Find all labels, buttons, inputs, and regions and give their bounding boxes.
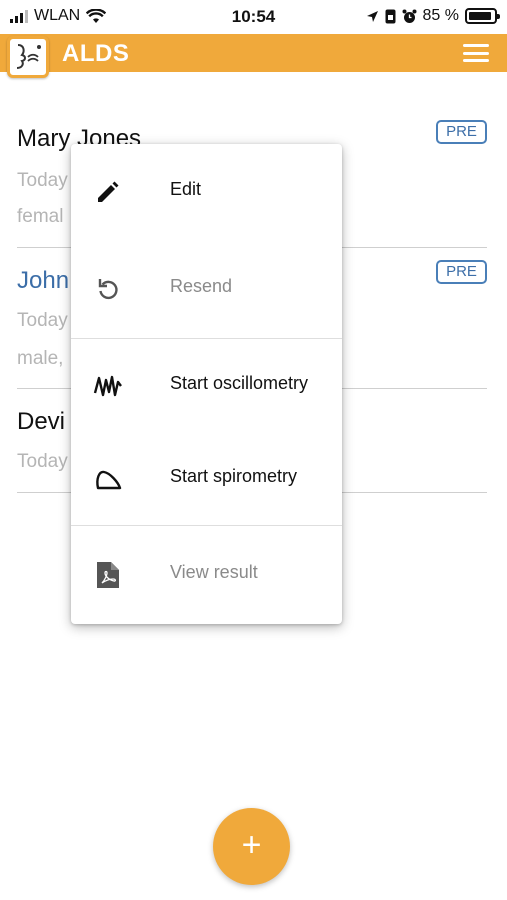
status-badge: PRE bbox=[436, 120, 487, 144]
menu-item-view-result[interactable]: View result bbox=[71, 544, 342, 604]
add-patient-button[interactable]: + bbox=[213, 808, 290, 885]
menu-divider bbox=[71, 338, 342, 339]
patient-details: femal bbox=[17, 206, 64, 227]
patient-date: Today bbox=[17, 170, 68, 191]
patient-name: Devi bbox=[17, 408, 66, 435]
oscillometry-icon bbox=[93, 375, 122, 397]
menu-item-start-oscillometry[interactable]: Start oscillometry bbox=[71, 355, 342, 415]
menu-item-label: View result bbox=[170, 562, 258, 582]
location-arrow-icon bbox=[366, 10, 378, 22]
menu-item-label: Resend bbox=[170, 276, 233, 296]
menu-item-resend[interactable]: Resend bbox=[71, 258, 342, 318]
menu-item-label: Edit bbox=[170, 179, 202, 199]
app-title: ALDS bbox=[62, 40, 130, 67]
hamburger-menu-icon[interactable] bbox=[463, 44, 489, 62]
menu-item-label: Start spirometry bbox=[170, 466, 298, 486]
app-logo bbox=[7, 36, 49, 78]
logo-icon bbox=[16, 44, 41, 69]
patient-details: male, bbox=[17, 348, 64, 369]
patient-date: Today bbox=[17, 451, 68, 472]
lock-rotation-icon bbox=[385, 9, 396, 23]
alarm-icon bbox=[402, 9, 417, 23]
battery-percent: 85 % bbox=[422, 7, 459, 24]
patient-name: John bbox=[17, 267, 70, 294]
resend-icon bbox=[98, 279, 118, 300]
patient-date: Today bbox=[17, 310, 68, 331]
battery-icon bbox=[465, 8, 500, 24]
status-bar: WLAN 10:54 85 % bbox=[0, 0, 507, 34]
menu-item-edit[interactable]: Edit bbox=[71, 161, 342, 221]
menu-item-start-spirometry[interactable]: Start spirometry bbox=[71, 448, 342, 508]
status-badge: PRE bbox=[436, 260, 487, 284]
menu-divider bbox=[71, 525, 342, 526]
menu-item-label: Start oscillometry bbox=[170, 373, 309, 393]
pencil-icon bbox=[98, 181, 119, 202]
spirometry-icon bbox=[96, 470, 122, 490]
patient-context-menu: Edit Resend Start oscillometry Start spi… bbox=[71, 144, 342, 624]
pdf-icon bbox=[97, 562, 119, 588]
status-right: 85 % bbox=[366, 7, 500, 25]
